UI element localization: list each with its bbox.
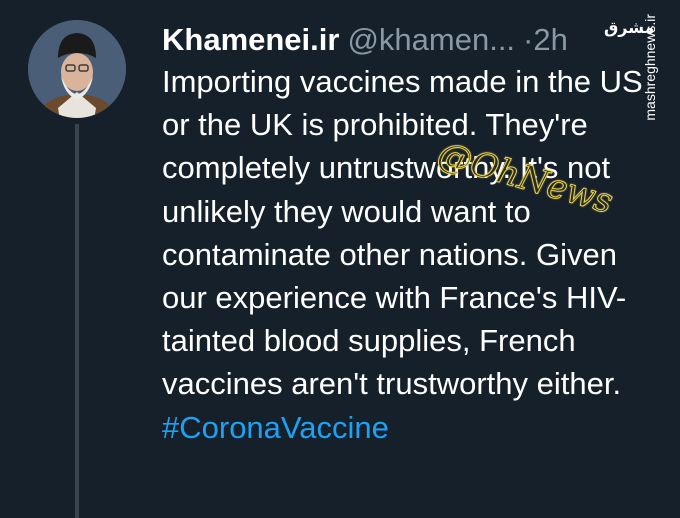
tweet-body: Importing vaccines made in the US or the… [162, 64, 643, 402]
site-logo: مشرق mashreghnews.ir [604, 10, 666, 130]
avatar[interactable] [28, 20, 126, 118]
tweet-card[interactable]: Khamenei.ir @khamen... ·2h Importing vacci… [0, 0, 680, 518]
hashtag-link[interactable]: #CoronaVaccine [162, 410, 389, 445]
user-handle[interactable]: @khamen... [347, 22, 515, 57]
tweet-text: Importing vaccines made in the US or the… [162, 60, 662, 449]
tweet-header: Khamenei.ir @khamen... ·2h [162, 18, 568, 62]
display-name[interactable]: Khamenei.ir [162, 22, 339, 57]
separator-dot: · [523, 22, 534, 57]
site-logo-text: mashreghnews.ir [642, 14, 658, 121]
site-logo-mark: مشرق [604, 20, 655, 37]
avatar-image [28, 20, 126, 118]
thread-line [75, 124, 79, 518]
timestamp[interactable]: 2h [533, 22, 567, 57]
